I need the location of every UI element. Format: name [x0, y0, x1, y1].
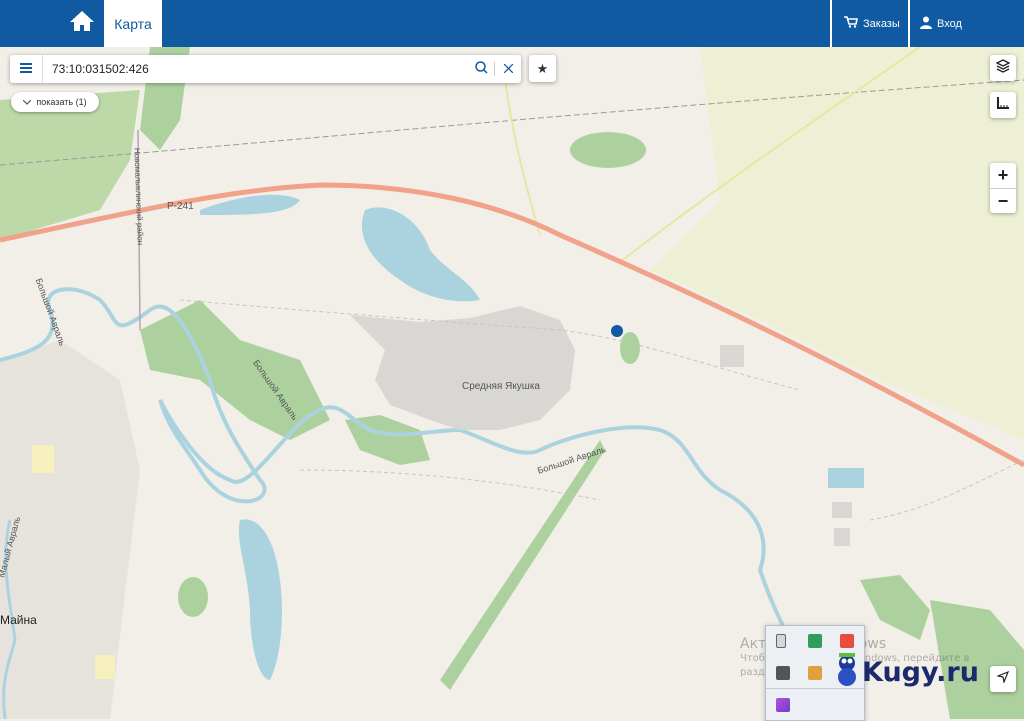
search-input[interactable]: [43, 61, 468, 77]
layers-button[interactable]: [990, 55, 1016, 81]
settlement-label: Средняя Якушка: [462, 381, 540, 392]
settlement-block: [834, 528, 850, 546]
track: [869, 459, 1024, 521]
locate-button[interactable]: [990, 666, 1016, 692]
home-button[interactable]: [62, 0, 102, 47]
layers-icon: [995, 58, 1011, 78]
menu-button[interactable]: [10, 55, 43, 83]
site-logo: Kugy.ru: [836, 652, 979, 692]
forest-area: [620, 332, 640, 364]
usb-icon[interactable]: [776, 634, 786, 648]
town-label: Майна: [0, 613, 37, 627]
app-icon[interactable]: [840, 634, 854, 648]
forest-strip: [440, 440, 605, 690]
orders-label: Заказы: [863, 17, 900, 30]
results-toggle-label: показать (1): [36, 97, 87, 107]
forest-area: [178, 577, 208, 617]
clear-button[interactable]: [495, 55, 521, 83]
parcel-marker: [611, 325, 623, 337]
chevron-down-icon: [22, 97, 32, 107]
menu-icon: [20, 62, 32, 76]
favorite-button[interactable]: ★: [529, 55, 556, 82]
cart-icon: [844, 16, 858, 31]
yellow-block: [32, 445, 54, 473]
forest-area: [0, 90, 140, 240]
pond: [828, 468, 864, 488]
search-icon: [474, 61, 488, 77]
home-icon: [69, 10, 95, 37]
yellow-block: [95, 655, 115, 679]
search-bar: [10, 55, 521, 83]
tab-map[interactable]: Карта: [104, 0, 162, 47]
user-icon: [920, 16, 932, 32]
road-label: Р-241: [167, 201, 194, 212]
forest-area: [860, 575, 930, 640]
login-label: Вход: [937, 17, 962, 30]
logo-text: Kugy.ru: [862, 656, 979, 688]
speaker-icon[interactable]: [808, 666, 822, 680]
top-bar: Карта Заказы Вход: [0, 0, 1024, 47]
track: [299, 469, 601, 501]
login-button[interactable]: Вход: [908, 0, 1024, 47]
star-icon: ★: [536, 60, 549, 76]
measure-button[interactable]: [990, 92, 1016, 118]
lake: [361, 207, 480, 302]
camera-icon[interactable]: [776, 666, 790, 680]
lake: [238, 519, 282, 680]
results-toggle[interactable]: показать (1): [11, 92, 99, 112]
settlement-block: [720, 345, 744, 367]
locate-icon: [995, 670, 1010, 688]
settlement-block: [832, 502, 852, 518]
orders-button[interactable]: Заказы: [830, 0, 908, 47]
close-icon: [503, 62, 513, 76]
map-canvas[interactable]: Р-241 Средняя Якушка Большой Авраль Боль…: [0, 47, 1024, 719]
zoom-out-button[interactable]: −: [990, 188, 1016, 214]
pen-icon[interactable]: [776, 698, 790, 712]
mascot-icon: [836, 652, 858, 692]
forest-area: [570, 132, 646, 168]
nav-right: Заказы Вход: [830, 0, 1024, 47]
zoom-control: + −: [990, 163, 1016, 213]
residential-area: [0, 340, 140, 719]
settlement-block: [350, 306, 575, 430]
measure-icon: [996, 96, 1010, 115]
zoom-in-button[interactable]: +: [990, 163, 1016, 188]
shield-icon[interactable]: [808, 634, 822, 648]
search-button[interactable]: [468, 55, 494, 83]
